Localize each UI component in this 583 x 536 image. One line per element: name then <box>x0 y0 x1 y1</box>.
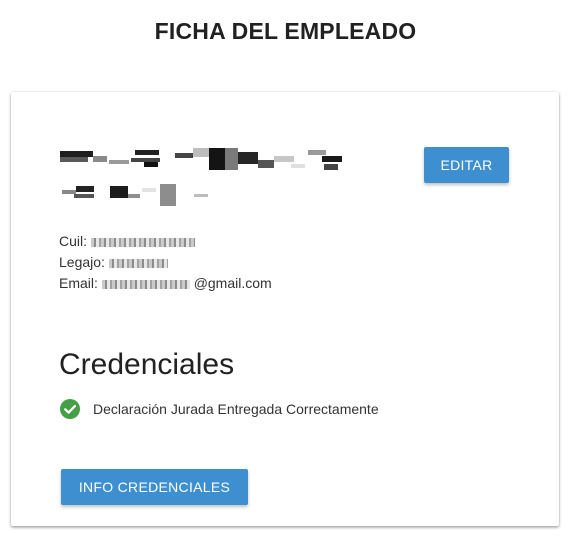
cuil-label: Cuil: <box>59 233 88 249</box>
status-text: Declaración Jurada Entregada Correctamen… <box>93 401 379 417</box>
email-row: Email: @gmail.com <box>59 273 272 294</box>
email-domain: @gmail.com <box>193 275 272 291</box>
cuil-value-redacted <box>90 237 195 247</box>
employee-card: EDITAR Cuil: Legajo: Email: @gmail.com C… <box>11 92 559 526</box>
legajo-value-redacted <box>108 258 168 268</box>
legajo-label: Legajo: <box>59 254 105 270</box>
cuil-row: Cuil: <box>59 231 272 252</box>
employee-info: Cuil: Legajo: Email: @gmail.com <box>59 231 272 294</box>
credentials-heading: Credenciales <box>59 348 235 381</box>
check-circle-icon <box>60 399 80 419</box>
edit-button[interactable]: EDITAR <box>424 147 509 183</box>
page-title: FICHA DEL EMPLEADO <box>154 18 417 44</box>
email-user-redacted <box>101 279 190 289</box>
employee-name-redacted <box>60 148 350 208</box>
info-credentials-button[interactable]: INFO CREDENCIALES <box>61 469 248 505</box>
legajo-row: Legajo: <box>59 252 272 273</box>
credential-status: Declaración Jurada Entregada Correctamen… <box>60 399 379 419</box>
email-label: Email: <box>59 275 98 291</box>
